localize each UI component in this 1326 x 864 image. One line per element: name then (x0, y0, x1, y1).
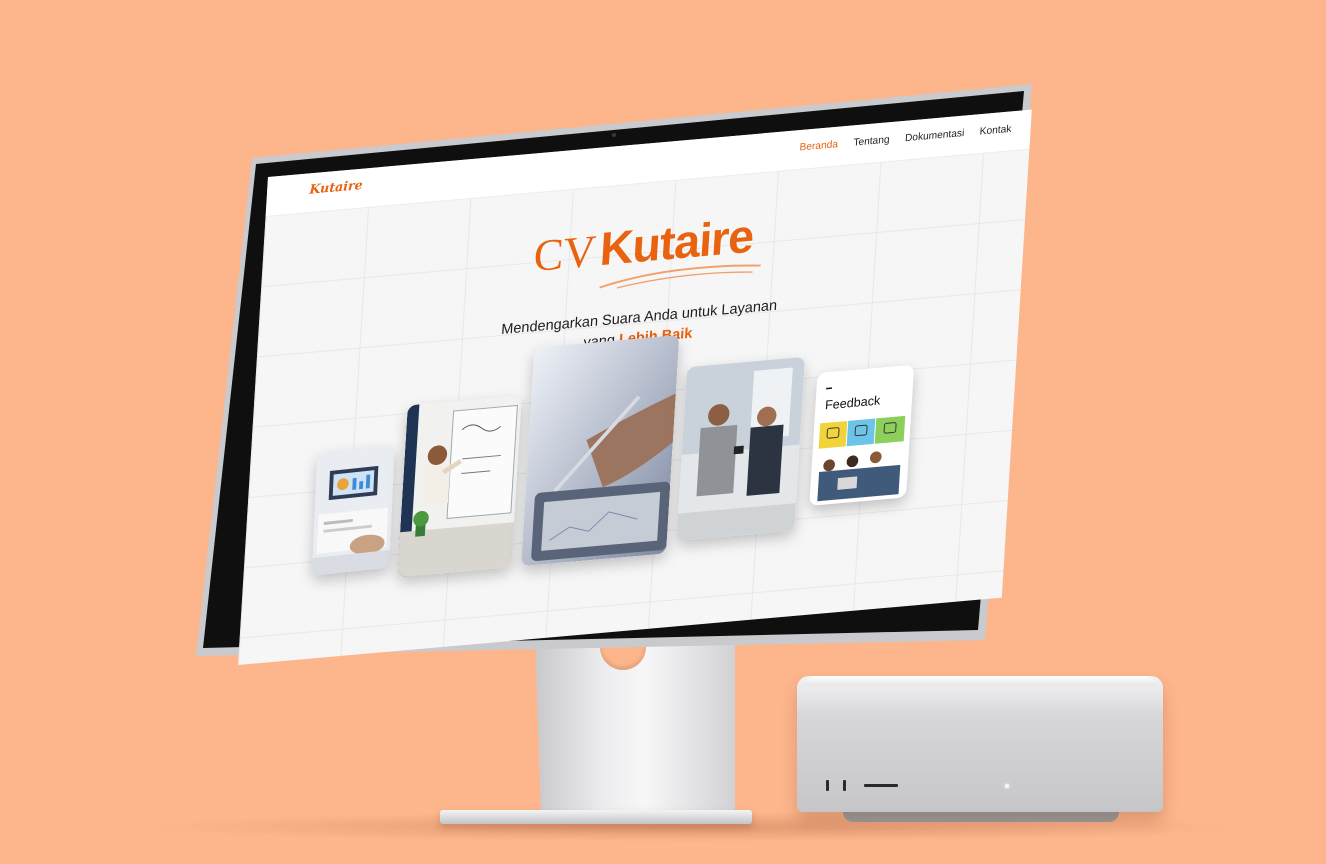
gallery-image-feedback[interactable]: Feedback (809, 364, 915, 506)
sd-card-slot (864, 784, 898, 787)
gallery-image-analytics[interactable] (311, 444, 395, 576)
gallery-image-whiteboard[interactable] (397, 395, 522, 578)
gallery-image-tablet-stylus[interactable] (520, 334, 680, 567)
usb-port (843, 780, 846, 791)
power-led (1005, 784, 1009, 788)
image-gallery: Feedback (238, 110, 1032, 665)
mac-studio (797, 676, 1163, 812)
gallery-image-business-men[interactable] (676, 356, 806, 541)
website-screen: Kutaire Beranda Tentang Dokumentasi Kont… (238, 109, 1032, 666)
mac-studio-top (805, 676, 1155, 686)
usb-port (826, 780, 829, 791)
